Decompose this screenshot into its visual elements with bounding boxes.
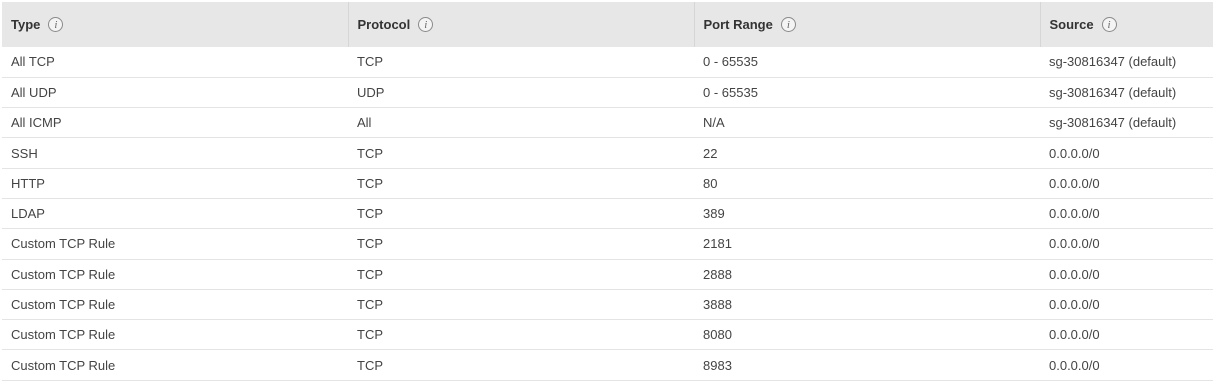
cell-protocol: TCP bbox=[357, 145, 383, 161]
column-header-port-range[interactable]: Port Range i bbox=[694, 2, 1041, 47]
table-row: Custom TCP Rule TCP 8080 0.0.0.0/0 bbox=[2, 320, 1213, 350]
cell-protocol: TCP bbox=[357, 175, 383, 191]
info-icon[interactable]: i bbox=[1101, 17, 1117, 32]
cell-port-range: N/A bbox=[703, 115, 725, 131]
table-body: All TCP TCP 0 - 65535 sg-30816347 (defau… bbox=[2, 47, 1213, 381]
cell-source: sg-30816347 (default) bbox=[1049, 54, 1177, 70]
cell-port-range: 0 - 65535 bbox=[703, 84, 758, 100]
info-icon[interactable]: i bbox=[48, 17, 64, 32]
cell-port-range: 8080 bbox=[703, 327, 732, 343]
column-header-label: Source bbox=[1049, 17, 1094, 32]
cell-type: All TCP bbox=[11, 54, 55, 70]
cell-type: Custom TCP Rule bbox=[11, 327, 116, 343]
table-row: HTTP TCP 80 0.0.0.0/0 bbox=[2, 168, 1213, 199]
table-row: SSH TCP 22 0.0.0.0/0 bbox=[2, 138, 1213, 169]
column-header-source[interactable]: Source i bbox=[1040, 2, 1213, 47]
cell-port-range: 22 bbox=[703, 145, 718, 161]
table-row: All TCP TCP 0 - 65535 sg-30816347 (defau… bbox=[2, 47, 1213, 78]
cell-port-range: 8983 bbox=[703, 357, 732, 373]
table-row: LDAP TCP 389 0.0.0.0/0 bbox=[2, 198, 1213, 229]
cell-port-range: 2181 bbox=[703, 236, 732, 252]
table-row: All ICMP All N/A sg-30816347 (default) bbox=[2, 108, 1213, 138]
cell-protocol: TCP bbox=[357, 206, 383, 222]
cell-type: All UDP bbox=[11, 84, 57, 100]
column-header-label: Type bbox=[11, 17, 41, 32]
cell-type: LDAP bbox=[11, 206, 45, 222]
cell-type: All ICMP bbox=[11, 115, 62, 131]
header-row: Type i Protocol i Port Range i Source i bbox=[2, 2, 1213, 47]
cell-source: 0.0.0.0/0 bbox=[1049, 266, 1100, 282]
cell-type: Custom TCP Rule bbox=[11, 266, 116, 282]
cell-protocol: TCP bbox=[357, 357, 383, 373]
cell-port-range: 389 bbox=[703, 206, 725, 222]
table-row: Custom TCP Rule TCP 2888 0.0.0.0/0 bbox=[2, 259, 1213, 290]
cell-protocol: TCP bbox=[357, 297, 383, 313]
cell-type: Custom TCP Rule bbox=[11, 357, 116, 373]
security-group-rules: Type i Protocol i Port Range i Source i … bbox=[2, 2, 1213, 381]
cell-source: 0.0.0.0/0 bbox=[1049, 357, 1100, 373]
table-header: Type i Protocol i Port Range i Source i bbox=[2, 2, 1213, 47]
cell-source: 0.0.0.0/0 bbox=[1049, 145, 1100, 161]
cell-type: HTTP bbox=[11, 175, 45, 191]
cell-port-range: 3888 bbox=[703, 297, 732, 313]
table-row: Custom TCP Rule TCP 8983 0.0.0.0/0 bbox=[2, 350, 1213, 381]
cell-protocol: TCP bbox=[357, 266, 383, 282]
cell-protocol: TCP bbox=[357, 236, 383, 252]
info-icon[interactable]: i bbox=[780, 17, 796, 32]
table-row: Custom TCP Rule TCP 2181 0.0.0.0/0 bbox=[2, 229, 1213, 260]
cell-type: Custom TCP Rule bbox=[11, 297, 116, 313]
cell-port-range: 0 - 65535 bbox=[703, 54, 758, 70]
cell-protocol: TCP bbox=[357, 54, 383, 70]
column-header-type[interactable]: Type i bbox=[2, 2, 349, 47]
cell-port-range: 80 bbox=[703, 175, 718, 191]
column-header-label: Port Range bbox=[703, 17, 773, 32]
cell-protocol: All bbox=[357, 115, 372, 131]
table-row: All UDP UDP 0 - 65535 sg-30816347 (defau… bbox=[2, 77, 1213, 108]
cell-type: Custom TCP Rule bbox=[11, 236, 116, 252]
cell-source: 0.0.0.0/0 bbox=[1049, 175, 1100, 191]
inbound-rules-table: Type i Protocol i Port Range i Source i … bbox=[2, 2, 1213, 381]
column-header-label: Protocol bbox=[357, 17, 411, 32]
cell-source: 0.0.0.0/0 bbox=[1049, 327, 1100, 343]
cell-source: sg-30816347 (default) bbox=[1049, 115, 1177, 131]
column-header-protocol[interactable]: Protocol i bbox=[348, 2, 695, 47]
cell-port-range: 2888 bbox=[703, 266, 732, 282]
cell-protocol: UDP bbox=[357, 84, 385, 100]
cell-type: SSH bbox=[11, 145, 38, 161]
info-icon[interactable]: i bbox=[418, 17, 434, 32]
cell-source: 0.0.0.0/0 bbox=[1049, 236, 1100, 252]
cell-source: 0.0.0.0/0 bbox=[1049, 206, 1100, 222]
cell-source: 0.0.0.0/0 bbox=[1049, 297, 1100, 313]
table-row: Custom TCP Rule TCP 3888 0.0.0.0/0 bbox=[2, 289, 1213, 320]
cell-protocol: TCP bbox=[357, 327, 383, 343]
cell-source: sg-30816347 (default) bbox=[1049, 84, 1177, 100]
